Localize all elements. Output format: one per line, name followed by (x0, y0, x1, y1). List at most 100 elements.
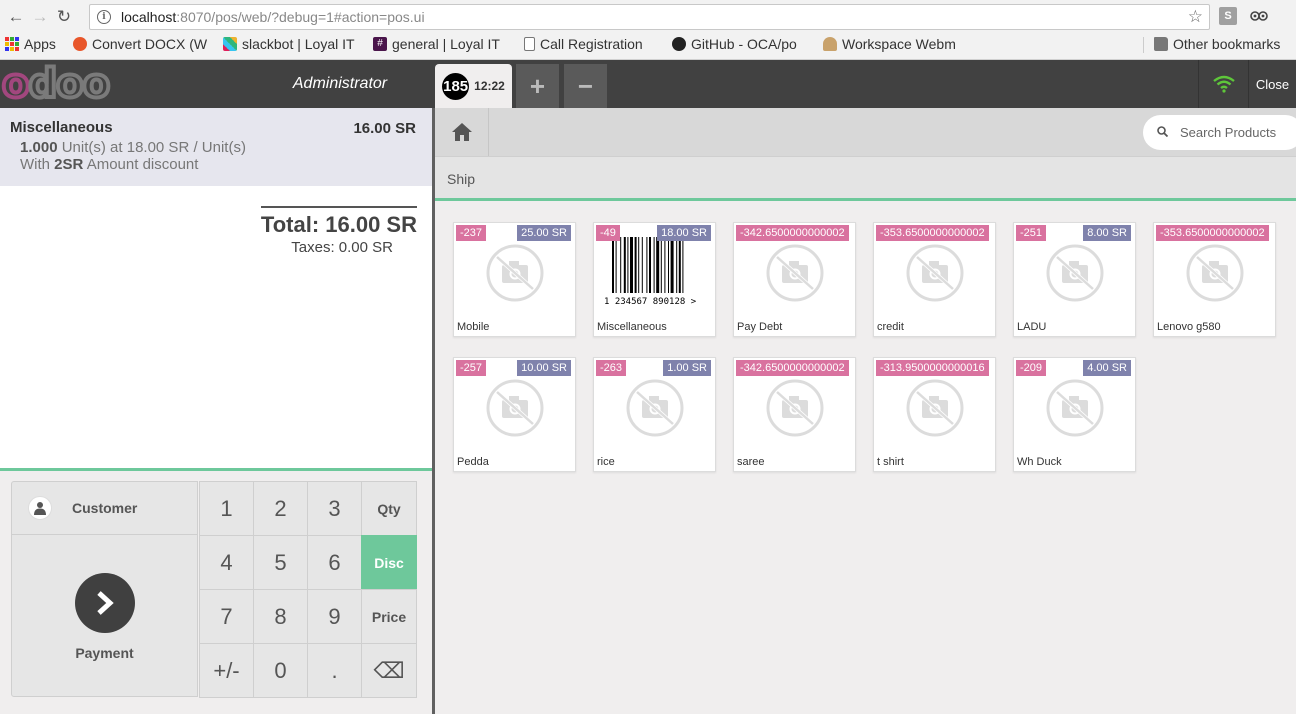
product-card[interactable]: -237 25.00 SR Mobile (453, 222, 576, 337)
numpad-key-1[interactable]: 1 (199, 481, 254, 536)
product-card[interactable]: -257 10.00 SR Pedda (453, 357, 576, 472)
price-tag: 25.00 SR (517, 225, 571, 241)
no-image-icon (765, 243, 825, 303)
stock-badge: -342.6500000000002 (736, 225, 849, 241)
mode-price-button[interactable]: Price (361, 589, 417, 644)
discount-suffix: Amount discount (86, 156, 199, 173)
product-name: saree (737, 456, 765, 468)
numpad-key-0[interactable]: 0 (253, 643, 308, 698)
numpad-key-6[interactable]: 6 (307, 535, 362, 590)
mode-disc-button[interactable]: Disc (361, 535, 417, 590)
bookmark-convert-docx[interactable]: Convert DOCX (W (73, 36, 213, 52)
barcode-digits: 1 234567 890128 > (604, 297, 697, 307)
customer-button[interactable]: Customer (11, 481, 198, 535)
order-time: 12:22 (474, 79, 505, 93)
backspace-icon[interactable]: ⌫ (361, 643, 417, 698)
bookmark-label: general | Loyal IT (392, 36, 500, 52)
reload-icon[interactable]: ↻ (52, 5, 76, 29)
order-tab-selected[interactable]: 185 12:22 (435, 64, 512, 108)
stock-badge: -49 (596, 225, 620, 241)
url-path: :8070/pos/web/?debug=1#action=pos.ui (176, 9, 425, 25)
user-icon (28, 496, 52, 520)
stock-badge: -263 (596, 360, 627, 376)
hash-icon: # (373, 37, 387, 51)
stock-badge: -237 (456, 225, 487, 241)
bookmark-label: slackbot | Loyal IT (242, 36, 355, 52)
bookmark-github[interactable]: GitHub - OCA/po (672, 36, 812, 52)
wifi-icon[interactable] (1198, 60, 1248, 108)
numpad-key-4[interactable]: 4 (199, 535, 254, 590)
product-card[interactable]: -342.6500000000002 saree (733, 357, 856, 472)
control-pad: Customer Payment 1 2 3 Qty 4 5 6 Disc 7 … (0, 468, 432, 714)
convert-icon (73, 37, 87, 51)
mode-qty-button[interactable]: Qty (361, 481, 417, 536)
close-button[interactable]: Close (1248, 60, 1296, 108)
other-bookmarks[interactable]: Other bookmarks (1154, 36, 1280, 52)
no-image-icon (1045, 243, 1105, 303)
order-line-qty: 1.000 (20, 139, 58, 156)
payment-button[interactable]: Payment (11, 534, 198, 697)
product-card[interactable]: -313.9500000000016 t shirt (873, 357, 996, 472)
payment-label: Payment (75, 645, 134, 661)
bookmark-star-icon[interactable]: ☆ (1188, 7, 1203, 27)
apps-grid-icon (5, 37, 19, 51)
bookmark-general[interactable]: # general | Loyal IT (373, 36, 513, 52)
price-tag: 1.00 SR (663, 360, 711, 376)
category-ship[interactable]: Ship (447, 171, 475, 187)
back-icon[interactable]: ← (4, 5, 28, 29)
product-name: rice (597, 456, 615, 468)
products-header: Search Products (435, 108, 1296, 156)
numpad-key-9[interactable]: 9 (307, 589, 362, 644)
customer-label: Customer (72, 500, 138, 516)
url-host: localhost (121, 9, 177, 25)
numpad-key-7[interactable]: 7 (199, 589, 254, 644)
bookmark-slackbot[interactable]: slackbot | Loyal IT (223, 36, 363, 52)
bookmark-call-registration[interactable]: Call Registration (524, 36, 664, 52)
search-input[interactable]: Search Products (1143, 115, 1296, 150)
numpad-key-3[interactable]: 3 (307, 481, 362, 536)
product-card[interactable]: -353.6500000000002 Lenovo g580 (1153, 222, 1276, 337)
address-bar[interactable]: i localhost:8070/pos/web/?debug=1#action… (89, 4, 1210, 30)
product-card[interactable]: -209 4.00 SR Wh Duck (1013, 357, 1136, 472)
other-bookmarks-label: Other bookmarks (1173, 36, 1281, 52)
order-line-selected[interactable]: Miscellaneous 16.00 SR 1.000 Unit(s) at … (0, 108, 432, 186)
bookmark-apps[interactable]: Apps (5, 36, 56, 52)
delete-order-button[interactable]: − (564, 64, 607, 108)
product-card[interactable]: -342.6500000000002 Pay Debt (733, 222, 856, 337)
forward-icon[interactable]: → (28, 5, 52, 29)
product-name: Mobile (457, 321, 490, 333)
product-name: LADU (1017, 321, 1047, 333)
product-card[interactable]: 1 234567 890128 > -49 18.00 SR Miscellaneou… (593, 222, 716, 337)
numpad-key-2[interactable]: 2 (253, 481, 308, 536)
product-card[interactable]: -353.6500000000002 credit (873, 222, 996, 337)
page-icon (524, 37, 535, 51)
barcode-image: 1 234567 890128 > (602, 237, 706, 307)
tripadvisor-icon[interactable] (1250, 7, 1268, 25)
order-taxes: Taxes: 0.00 SR (291, 239, 393, 256)
price-tag: 10.00 SR (517, 360, 571, 376)
extension-s-icon[interactable]: S (1219, 7, 1237, 25)
info-icon[interactable]: i (97, 10, 111, 24)
user-name[interactable]: Administrator (250, 60, 430, 108)
order-pane: Miscellaneous 16.00 SR 1.000 Unit(s) at … (0, 108, 432, 714)
numpad-dot-button[interactable]: . (307, 643, 362, 698)
new-order-button[interactable]: + (516, 64, 559, 108)
browser-chrome: ← → ↻ i localhost:8070/pos/web/?debug=1#… (0, 0, 1296, 60)
order-number: 185 (442, 72, 470, 100)
order-line-unit: Unit(s) at 18.00 SR / Unit(s) (61, 139, 246, 156)
pos-header: odoo Administrator 185 12:22 + − Close (0, 60, 1296, 108)
workspace-icon (823, 37, 837, 51)
order-line-price: 16.00 SR (353, 120, 416, 137)
product-name: Wh Duck (1017, 456, 1062, 468)
product-card[interactable]: -263 1.00 SR rice (593, 357, 716, 472)
browser-nav: ← → ↻ (4, 5, 76, 29)
bookmark-workspace[interactable]: Workspace Webm (823, 36, 963, 52)
numpad-sign-button[interactable]: +/- (199, 643, 254, 698)
product-name: Pay Debt (737, 321, 783, 333)
numpad-key-5[interactable]: 5 (253, 535, 308, 590)
product-card[interactable]: -251 8.00 SR LADU (1013, 222, 1136, 337)
numpad: 1 2 3 Qty 4 5 6 Disc 7 8 9 Price +/- 0 .… (199, 481, 417, 698)
bookmark-label: Workspace Webm (842, 36, 956, 52)
home-icon[interactable] (435, 108, 489, 156)
numpad-key-8[interactable]: 8 (253, 589, 308, 644)
